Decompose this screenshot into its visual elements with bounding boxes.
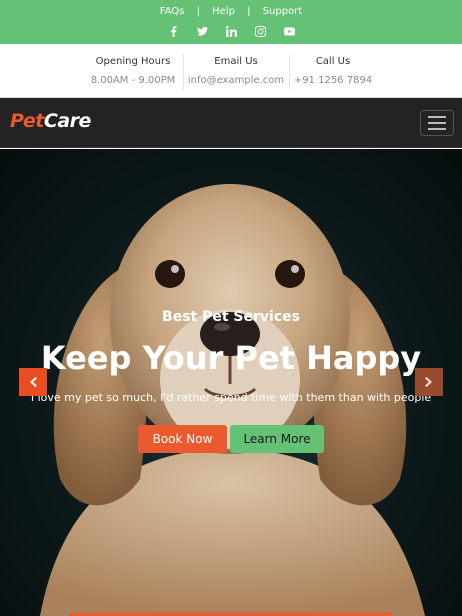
chevron-right-icon <box>425 377 432 387</box>
hero-overlay <box>0 149 462 616</box>
brand-care: Care <box>43 110 92 132</box>
learn-more-button[interactable]: Learn More <box>230 425 324 453</box>
hero-subtitle: Best Pet Services <box>162 309 300 325</box>
carousel-prev-button[interactable] <box>19 368 47 396</box>
social-links <box>0 24 462 38</box>
hamburger-line <box>428 128 446 130</box>
navbar: PetCare <box>0 98 462 148</box>
help-link[interactable]: Help <box>212 6 235 17</box>
menu-toggle-button[interactable] <box>420 110 454 136</box>
top-links: FAQs | Help | Support <box>0 5 462 19</box>
facebook-icon[interactable] <box>166 24 180 38</box>
email-us: Email Us info@example.com <box>186 55 286 88</box>
hamburger-line <box>428 116 446 118</box>
email-title: Email Us <box>214 56 258 67</box>
opening-hours-value: 8.00AM - 9.00PM <box>90 75 176 86</box>
contact-info-row: Opening Hours 8.00AM - 9.00PM Email Us i… <box>0 44 462 98</box>
carousel-next-button[interactable] <box>415 368 443 396</box>
top-bar: FAQs | Help | Support <box>0 0 462 44</box>
brand-pet: Pet <box>10 110 44 132</box>
divider <box>183 54 184 90</box>
instagram-icon[interactable] <box>253 24 267 38</box>
call-value[interactable]: +91 1256 7894 <box>293 74 373 88</box>
call-title: Call Us <box>315 56 351 67</box>
brand-logo[interactable]: PetCare <box>10 110 91 132</box>
chevron-left-icon <box>30 377 37 387</box>
hero-carousel: Best Pet Services Keep Your Pet Happy "I… <box>0 149 462 616</box>
book-now-button[interactable]: Book Now <box>138 425 227 453</box>
faqs-link[interactable]: FAQs <box>160 6 185 17</box>
separator: | <box>196 6 200 17</box>
youtube-icon[interactable] <box>282 24 296 38</box>
opening-hours: Opening Hours 8.00AM - 9.00PM <box>88 55 178 88</box>
divider <box>289 54 290 90</box>
support-link[interactable]: Support <box>263 6 303 17</box>
email-value[interactable]: info@example.com <box>186 74 286 88</box>
hero-quote: "I love my pet so much, I'd rather spend… <box>25 391 437 404</box>
hamburger-line <box>428 122 446 124</box>
opening-hours-title: Opening Hours <box>95 56 171 67</box>
separator: | <box>247 6 251 17</box>
call-us: Call Us +91 1256 7894 <box>293 55 373 88</box>
linkedin-icon[interactable] <box>224 24 238 38</box>
twitter-icon[interactable] <box>195 24 209 38</box>
hero-title: Keep Your Pet Happy <box>40 339 422 377</box>
